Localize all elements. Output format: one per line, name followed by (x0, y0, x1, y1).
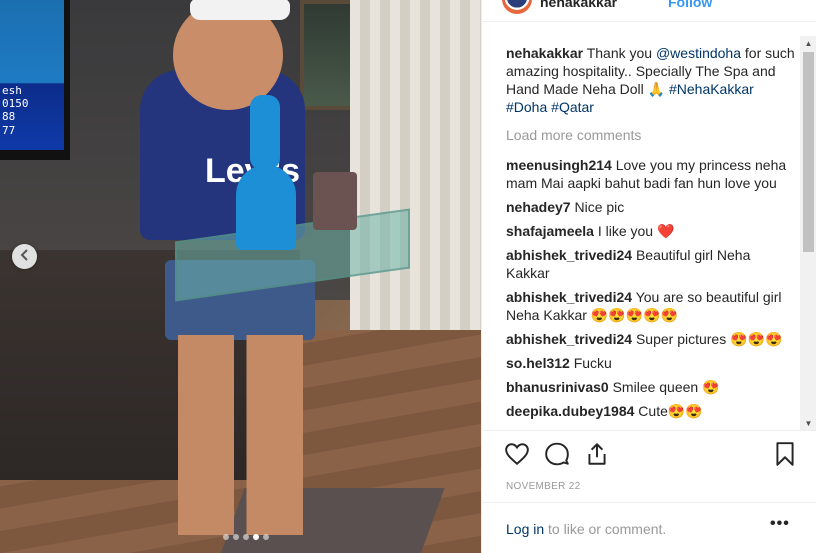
carousel-dots (223, 534, 269, 540)
tv-line: 88 (2, 110, 16, 123)
doll-torso (250, 95, 280, 170)
comments-list[interactable]: nehakakkar Thank you @westindoha for suc… (506, 44, 796, 430)
comment-username[interactable]: shafajameela (506, 223, 594, 239)
comment-username[interactable]: abhishek_trivedi24 (506, 247, 632, 263)
comment-text: Smilee queen 😍 (608, 379, 720, 395)
list-item: meenusingh214 Love you my princess neha … (506, 156, 796, 192)
scroll-up-icon[interactable]: ▲ (800, 36, 816, 50)
tv-screen: esh 0150 88 77 (0, 0, 64, 150)
comment-text: Super pictures 😍😍😍 (632, 331, 783, 347)
follow-button[interactable]: Follow (668, 0, 712, 10)
tv-line: esh (2, 84, 22, 97)
comment-icon[interactable] (544, 441, 572, 469)
comment-username[interactable]: so.hel312 (506, 355, 570, 371)
carousel-dot (223, 534, 229, 540)
list-item: abhishek_trivedi24 You are so beautiful … (506, 288, 796, 324)
list-item: so.hel312 Fucku (506, 354, 796, 372)
more-options-icon[interactable]: ••• (770, 515, 790, 533)
scrollbar-thumb[interactable] (803, 52, 814, 252)
login-footer: Log in to like or comment. ••• (482, 502, 816, 553)
comment-username[interactable]: bhanusrinivas0 (506, 379, 609, 395)
comment-username[interactable]: nehadey7 (506, 199, 571, 215)
action-bar (482, 430, 816, 476)
comment-text: I like you ❤️ (593, 223, 675, 239)
person-cap (190, 0, 290, 20)
doll-dress (236, 165, 296, 250)
caption: nehakakkar Thank you @westindoha for suc… (506, 44, 796, 116)
load-more-comments-button[interactable]: Load more comments (506, 126, 796, 144)
tv-line: 77 (2, 124, 16, 137)
comment-username[interactable]: abhishek_trivedi24 (506, 289, 632, 305)
header-username[interactable]: nehakakkar (540, 0, 617, 10)
heart-icon[interactable] (504, 441, 532, 469)
post-date[interactable]: NOVEMBER 22 (506, 481, 580, 492)
avatar[interactable] (502, 0, 532, 14)
tv-line: 0150 (2, 97, 29, 110)
carousel-prev-button[interactable] (12, 244, 37, 269)
login-link[interactable]: Log in (506, 521, 544, 537)
bookmark-icon[interactable] (772, 441, 800, 469)
person-legs (178, 335, 303, 535)
post-sidebar: nehakakkar Follow nehakakkar Thank you @… (481, 0, 816, 553)
photo-tv: esh 0150 88 77 (0, 0, 70, 160)
carousel-dot (263, 534, 269, 540)
list-item: nehadey7 Nice pic (506, 198, 796, 216)
caption-hashtag[interactable]: #Doha (506, 99, 547, 115)
list-item: shafajameela I like you ❤️ (506, 222, 796, 240)
comments-scrollbar[interactable]: ▲ ▼ (800, 36, 816, 430)
list-item: deepika.dubey1984 Cute😍😍 (506, 402, 796, 420)
post-header: nehakakkar Follow (482, 0, 816, 22)
list-item: abhishek_trivedi24 Super pictures 😍😍😍 (506, 330, 796, 348)
scroll-down-icon[interactable]: ▼ (800, 416, 816, 430)
gift-box (313, 172, 357, 230)
caption-mention[interactable]: @westindoha (656, 45, 741, 61)
share-icon[interactable] (584, 441, 612, 469)
comment-username[interactable]: meenusingh214 (506, 157, 612, 173)
caption-username[interactable]: nehakakkar (506, 45, 583, 61)
comment-text: Cute😍😍 (634, 403, 703, 419)
list-item: abhishek_trivedi24 Beautiful girl Neha K… (506, 246, 796, 282)
list-item: bhanusrinivas0 Smilee queen 😍 (506, 378, 796, 396)
caption-hashtag[interactable]: #Qatar (551, 99, 594, 115)
caption-hashtag[interactable]: #NehaKakkar (669, 81, 754, 97)
caption-text: Thank you (583, 45, 656, 61)
carousel-dot-active (253, 534, 259, 540)
login-prompt: Log in to like or comment. (506, 521, 666, 537)
photo-curtain (350, 0, 481, 330)
comment-username[interactable]: abhishek_trivedi24 (506, 331, 632, 347)
carousel-dot (243, 534, 249, 540)
comment-text: Nice pic (570, 199, 625, 215)
login-prompt-text: to like or comment. (544, 521, 667, 537)
comment-username[interactable]: deepika.dubey1984 (506, 403, 634, 419)
post-photo[interactable]: esh 0150 88 77 Levi's (0, 0, 481, 553)
comment-text: Fucku (569, 355, 612, 371)
carousel-dot (233, 534, 239, 540)
chevron-left-icon (19, 248, 31, 266)
